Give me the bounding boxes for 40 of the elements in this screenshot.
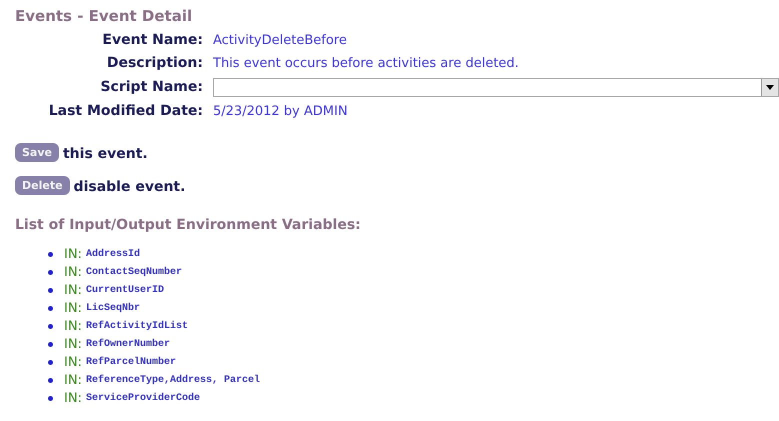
bullet-icon <box>48 288 53 292</box>
field-label: Script Name: <box>99 78 203 97</box>
field-label: Event Name: <box>101 31 203 50</box>
variable-direction: IN: <box>64 264 82 280</box>
action-button[interactable]: Save <box>15 143 59 162</box>
bullet-icon <box>48 342 53 346</box>
field-value: 5/23/2012 by ADMIN <box>213 103 349 121</box>
variable-direction: IN: <box>64 282 82 298</box>
bullet-icon <box>48 270 53 274</box>
variable-direction: IN: <box>64 354 82 370</box>
variable-direction: IN: <box>64 246 82 262</box>
field-label: Description: <box>106 54 203 73</box>
variable-name: CurrentUserID <box>86 284 164 296</box>
action-button[interactable]: Delete <box>15 176 70 195</box>
bullet-icon <box>48 360 53 364</box>
variable-direction: IN: <box>64 372 82 388</box>
variable-name: RefParcelNumber <box>86 356 176 368</box>
field-value: ActivityDeleteBefore <box>213 32 348 50</box>
action-text: disable event. <box>74 179 186 195</box>
variable-name: ReferenceType,Address, Parcel <box>86 374 260 386</box>
variable-name: RefActivityIdList <box>86 320 188 332</box>
field-label: Last Modified Date: <box>48 102 203 121</box>
bullet-icon <box>48 306 53 310</box>
bullet-icon <box>48 252 53 256</box>
variable-name: LicSeqNbr <box>86 302 140 314</box>
bullet-icon <box>48 324 53 328</box>
variable-name: AddressId <box>86 248 140 260</box>
variable-direction: IN: <box>64 300 82 316</box>
section-heading: List of Input/Output Environment Variables: <box>15 217 362 233</box>
variable-name: RefOwnerNumber <box>86 338 170 350</box>
variable-name: ServiceProviderCode <box>86 392 200 404</box>
bullet-icon <box>48 396 53 400</box>
page-title: Events - Event Detail <box>15 7 194 27</box>
variable-name: ContactSeqNumber <box>86 266 182 278</box>
variable-direction: IN: <box>64 318 82 334</box>
variable-direction: IN: <box>64 336 82 352</box>
action-text: this event. <box>62 146 148 162</box>
field-value: This event occurs before activities are deleted. <box>213 55 520 73</box>
bullet-icon <box>48 378 53 382</box>
variable-direction: IN: <box>64 390 82 406</box>
